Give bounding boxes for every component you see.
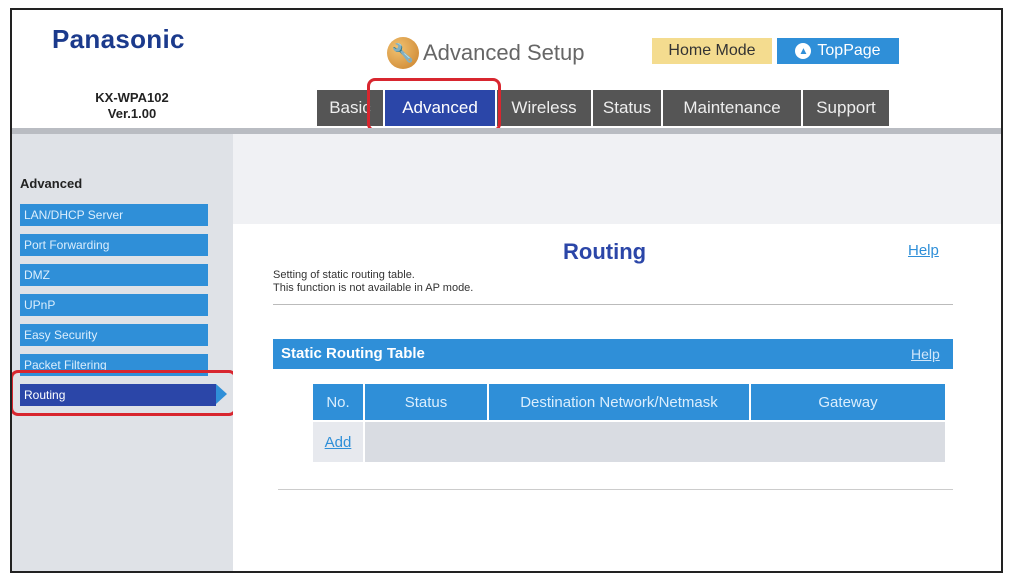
tab-maintenance[interactable]: Maintenance: [663, 90, 803, 126]
setup-title-text: Advanced Setup: [423, 40, 585, 65]
toppage-button[interactable]: ▲ TopPage: [777, 38, 899, 64]
description-line-2: This function is not available in AP mod…: [273, 282, 474, 294]
router-settings-window: Panasonic KX-WPA102 Ver.1.00 🔧 Advanced …: [10, 8, 1003, 573]
bottom-divider: [278, 489, 953, 490]
sidebar-item-upnp[interactable]: UPnP: [20, 294, 208, 316]
brand-logo: Panasonic: [52, 24, 185, 54]
toppage-label: TopPage: [817, 42, 881, 59]
sidebar-item-port-forwarding[interactable]: Port Forwarding: [20, 234, 208, 256]
section-title: Static Routing Table: [281, 345, 425, 362]
content-header-band: [233, 134, 1001, 224]
divider: [273, 304, 953, 305]
column-header-gateway: Gateway: [751, 384, 945, 420]
model-info: KX-WPA102 Ver.1.00: [72, 90, 192, 122]
model-name: KX-WPA102: [95, 90, 169, 105]
sidebar-item-easy-security[interactable]: Easy Security: [20, 324, 208, 346]
column-header-status: Status: [365, 384, 487, 420]
tab-support[interactable]: Support: [803, 90, 891, 126]
highlight-advanced-tab: [367, 78, 501, 132]
add-route-link[interactable]: Add: [313, 422, 363, 462]
sidebar: Advanced LAN/DHCP Server Port Forwarding…: [12, 134, 237, 571]
tab-status[interactable]: Status: [593, 90, 663, 126]
sidebar-item-lan-dhcp[interactable]: LAN/DHCP Server: [20, 204, 208, 226]
wrench-icon: 🔧: [387, 37, 419, 69]
firmware-version: Ver.1.00: [107, 106, 157, 121]
page-description: Setting of static routing table. This fu…: [273, 269, 473, 295]
help-link[interactable]: Help: [908, 242, 939, 259]
sidebar-heading: Advanced: [20, 176, 83, 191]
table-row-empty: [365, 422, 945, 462]
up-arrow-icon: ▲: [795, 43, 812, 59]
sidebar-item-dmz[interactable]: DMZ: [20, 264, 208, 286]
tab-wireless[interactable]: Wireless: [497, 90, 593, 126]
main-content: Routing Help Setting of static routing t…: [233, 134, 1001, 571]
setup-title: 🔧 Advanced Setup: [387, 37, 585, 69]
highlight-routing-item: [12, 370, 237, 416]
section-help-link[interactable]: Help: [911, 346, 940, 362]
description-line-1: Setting of static routing table.: [273, 269, 415, 281]
column-header-no: No.: [313, 384, 363, 420]
page-title: Routing: [563, 239, 647, 264]
column-header-destination: Destination Network/Netmask: [489, 384, 749, 420]
home-mode-button[interactable]: Home Mode: [652, 38, 772, 64]
